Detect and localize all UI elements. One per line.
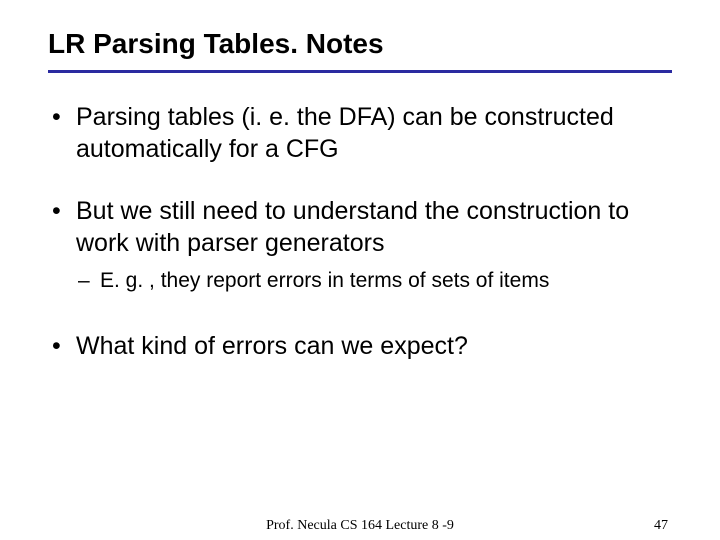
title-underline xyxy=(48,70,672,73)
bullet-text: Parsing tables (i. e. the DFA) can be co… xyxy=(76,101,668,165)
sub-bullet-text: E. g. , they report errors in terms of s… xyxy=(100,267,549,294)
bullet-item: • But we still need to understand the co… xyxy=(52,195,668,259)
bullet-marker: • xyxy=(52,330,76,362)
bullet-item: • What kind of errors can we expect? xyxy=(52,330,668,362)
sub-bullet-marker: – xyxy=(78,267,100,294)
bullet-marker: • xyxy=(52,101,76,133)
slide-content: • Parsing tables (i. e. the DFA) can be … xyxy=(48,101,672,362)
footer-center: Prof. Necula CS 164 Lecture 8 -9 xyxy=(266,518,454,534)
slide-title: LR Parsing Tables. Notes xyxy=(48,28,672,60)
sub-bullet-item: – E. g. , they report errors in terms of… xyxy=(78,267,668,294)
slide: LR Parsing Tables. Notes • Parsing table… xyxy=(0,0,720,540)
bullet-text: What kind of errors can we expect? xyxy=(76,330,668,362)
bullet-text: But we still need to understand the cons… xyxy=(76,195,668,259)
bullet-item: • Parsing tables (i. e. the DFA) can be … xyxy=(52,101,668,165)
bullet-marker: • xyxy=(52,195,76,227)
page-number: 47 xyxy=(654,518,668,534)
